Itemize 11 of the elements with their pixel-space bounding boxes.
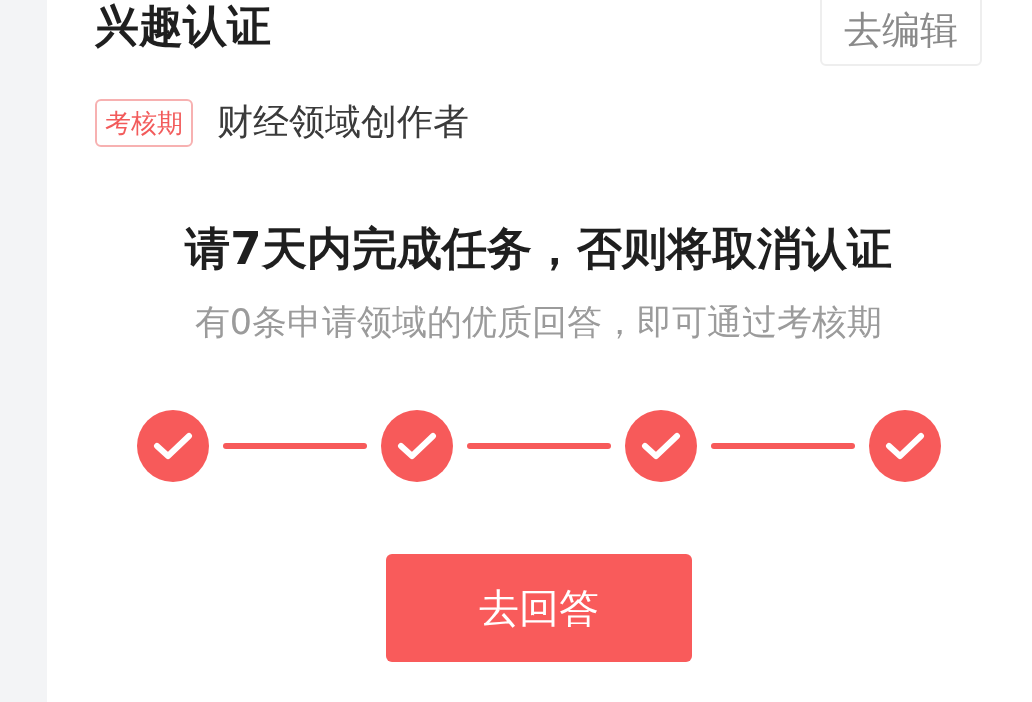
status-tag: 考核期: [95, 98, 193, 147]
section-title: 兴趣认证: [95, 0, 271, 53]
task-hint: 有0条申请领域的优质回答，即可通过考核期: [193, 301, 884, 344]
field-label: 财经领域创作者: [217, 100, 469, 144]
check-icon: [640, 431, 681, 461]
check-icon: [884, 431, 925, 461]
check-icon: [396, 431, 437, 461]
task-heading: 请7天内完成任务，否则将取消认证: [183, 221, 893, 277]
edit-button[interactable]: 去编辑: [820, 0, 982, 66]
answer-button[interactable]: 去回答: [385, 554, 692, 662]
check-icon: [152, 431, 193, 461]
